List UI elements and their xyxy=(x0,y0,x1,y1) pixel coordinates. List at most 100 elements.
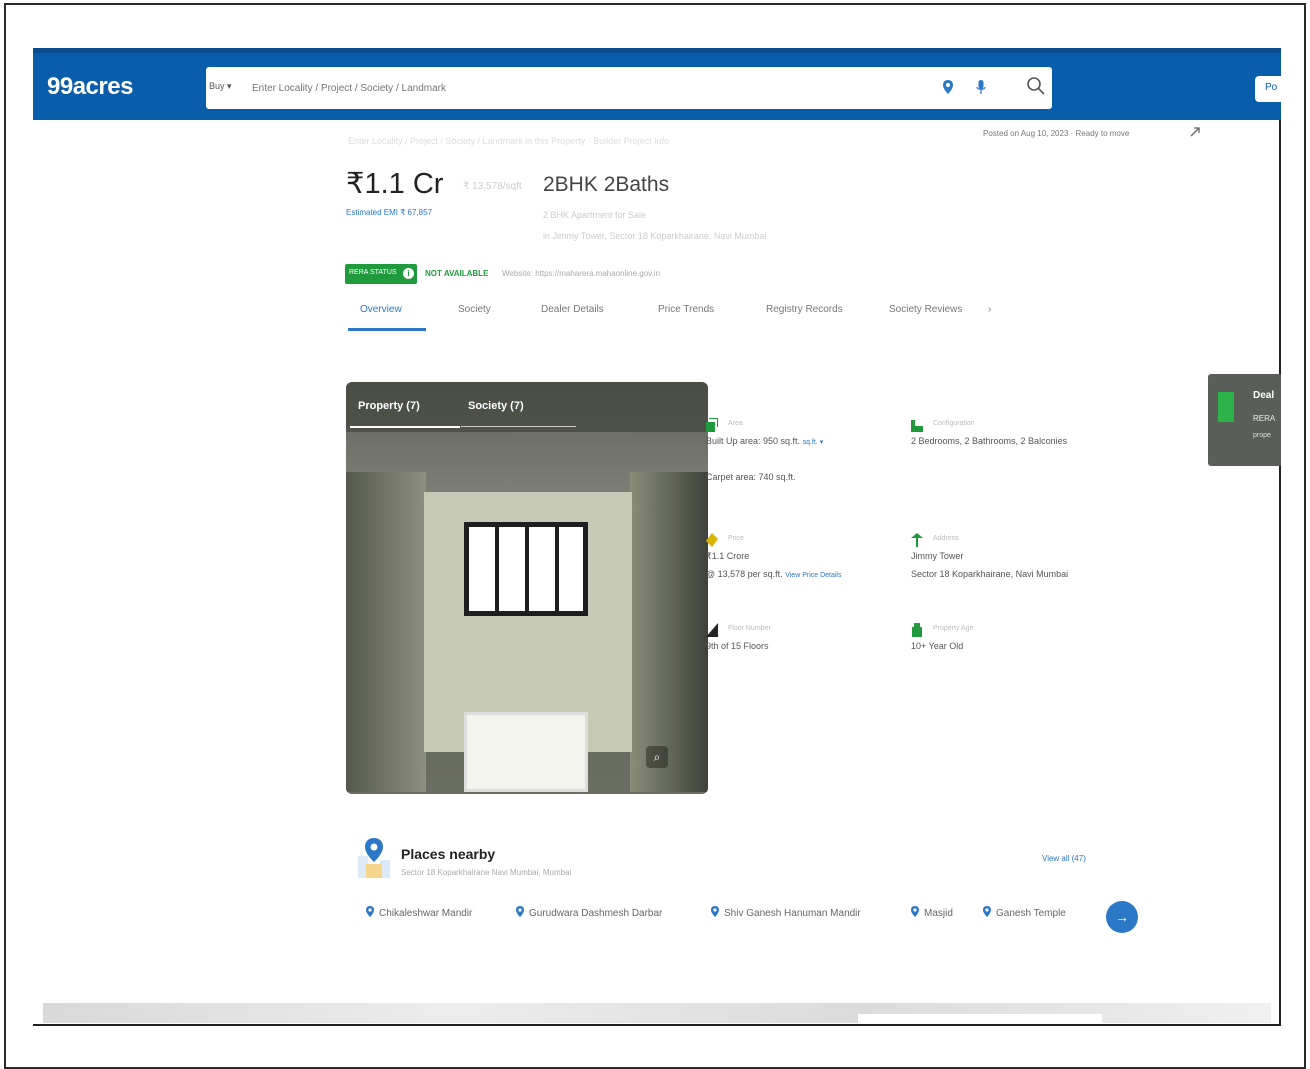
location-pin-icon xyxy=(711,906,719,917)
bed-icon xyxy=(911,420,923,432)
listing-subtitle: 2 BHK Apartment for Sale xyxy=(543,210,647,220)
photo-left-wall xyxy=(346,472,426,792)
detail-locality: Sector 18 Koparkhairane, Navi Mumbai xyxy=(911,569,1069,579)
location-pin-icon xyxy=(516,906,524,917)
posted-date: Posted on Aug 10, 2023 · Ready to move xyxy=(983,129,1130,138)
listing-title: 2BHK 2Baths xyxy=(543,173,670,196)
place-item[interactable]: Shiv Ganesh Hanuman Mandir xyxy=(711,906,861,919)
browser-screen: 99acres Buy ▾ Po Enter Locality / Projec… xyxy=(33,48,1285,1026)
gallery-tab-divider xyxy=(461,426,576,427)
place-label: Ganesh Temple xyxy=(996,908,1066,919)
place-item[interactable]: Chikaleshwar Mandir xyxy=(366,906,472,919)
detail-age-label: Property Age xyxy=(933,625,974,632)
place-item[interactable]: Gurudwara Dashmesh Darbar xyxy=(516,906,662,919)
meta-faint-text: Enter Locality / Project / Society / Lan… xyxy=(348,136,670,146)
view-all-places-link[interactable]: View all (47) xyxy=(1042,854,1086,863)
deal-card-title: Deal xyxy=(1253,390,1275,401)
buy-dropdown[interactable]: Buy ▾ xyxy=(209,81,232,92)
detail-price-per-sqft: @ 13,578 per sq.ft. View Price Details xyxy=(706,569,841,579)
photo-window xyxy=(464,522,588,616)
detail-area-label: Area xyxy=(728,420,743,427)
detail-floor-label: Floor Number xyxy=(728,625,771,632)
detail-floor: Floor Number 9th of 15 Floors xyxy=(706,623,906,663)
tab-overview[interactable]: Overview xyxy=(360,304,402,315)
detail-age-value: 10+ Year Old xyxy=(911,641,964,651)
detail-age: Property Age 10+ Year Old xyxy=(911,623,1126,663)
top-header: 99acres Buy ▾ Po xyxy=(33,48,1285,120)
floor-icon xyxy=(706,623,718,637)
places-nearby-section: Places nearby Sector 18 Koparkhairane Na… xyxy=(356,836,1138,936)
detail-area: Area Built Up area: 950 sq.ft. sq.ft. ▾ … xyxy=(706,418,906,488)
built-up-area-text: Built Up area: 950 sq.ft. xyxy=(706,436,801,446)
detail-price: Price ₹1.1 Crore @ 13,578 per sq.ft. Vie… xyxy=(706,533,906,583)
tab-price-trends[interactable]: Price Trends xyxy=(658,304,714,315)
detail-building: Jimmy Tower xyxy=(911,551,964,561)
gallery-tab-indicator xyxy=(350,426,460,428)
detail-config-value: 2 Bedrooms, 2 Bathrooms, 2 Balconies xyxy=(911,436,1068,446)
info-icon[interactable]: i xyxy=(403,268,414,279)
search-icon[interactable] xyxy=(1026,76,1046,96)
mic-icon[interactable] xyxy=(976,80,986,94)
listing-location: in Jimmy Tower, Sector 18 Koparkhairane,… xyxy=(543,231,767,241)
meta-bar: Enter Locality / Project / Society / Lan… xyxy=(33,120,1281,148)
photo-right-wall xyxy=(630,472,708,792)
property-details: Area Built Up area: 950 sq.ft. sq.ft. ▾ … xyxy=(706,388,1126,668)
detail-price-value: ₹1.1 Crore xyxy=(706,551,750,561)
photo-gallery[interactable]: Property (7) Society (7) ⌕ xyxy=(346,382,708,794)
detail-configuration: Configuration 2 Bedrooms, 2 Bathrooms, 2… xyxy=(911,418,1126,458)
deal-side-card[interactable]: Deal RERA prope xyxy=(1208,374,1281,466)
tab-society[interactable]: Society xyxy=(458,304,491,315)
place-label: Chikaleshwar Mandir xyxy=(379,908,473,919)
site-logo[interactable]: 99acres xyxy=(47,73,133,101)
tabs-next-icon[interactable]: › xyxy=(988,304,991,315)
place-item[interactable]: Masjid xyxy=(911,906,953,919)
place-label: Masjid xyxy=(924,908,953,919)
active-tab-indicator xyxy=(348,328,426,331)
deal-card-line2: prope xyxy=(1253,432,1271,439)
photo-window-reflection xyxy=(464,712,588,792)
emi-link[interactable]: Estimated EMI ₹ 67,857 xyxy=(346,208,432,217)
share-icon[interactable] xyxy=(1189,126,1201,138)
detail-floor-value: 9th of 15 Floors xyxy=(706,641,769,651)
section-tabs: Overview Society Dealer Details Price Tr… xyxy=(348,298,1108,332)
view-price-details-link[interactable]: View Price Details xyxy=(785,572,841,579)
location-pin-icon xyxy=(983,906,991,917)
listing-price: ₹1.1 Cr xyxy=(346,168,444,200)
price-per-sqft-text: @ 13,578 per sq.ft. xyxy=(706,569,783,579)
building-age-icon xyxy=(912,623,922,637)
places-map-icon xyxy=(358,838,390,878)
detail-built-up: Built Up area: 950 sq.ft. sq.ft. ▾ xyxy=(706,436,823,446)
detail-address: Address Jimmy Tower Sector 18 Koparkhair… xyxy=(911,533,1126,583)
detail-config-label: Configuration xyxy=(933,420,975,427)
gallery-tab-society[interactable]: Society (7) xyxy=(468,400,524,412)
rera-website-note[interactable]: Website: https://maharera.mahaonline.gov… xyxy=(502,269,660,278)
tab-dealer-details[interactable]: Dealer Details xyxy=(541,304,604,315)
bookmark-icon xyxy=(1218,392,1234,422)
place-list: Chikaleshwar Mandir Gurudwara Dashmesh D… xyxy=(366,906,1106,930)
tab-registry-records[interactable]: Registry Records xyxy=(766,304,843,315)
location-icon[interactable] xyxy=(943,80,953,94)
location-pin-icon xyxy=(366,906,374,917)
address-icon xyxy=(911,533,923,547)
place-label: Shiv Ganesh Hanuman Mandir xyxy=(724,908,861,919)
places-next-button[interactable]: → xyxy=(1106,901,1138,933)
area-icon xyxy=(706,418,718,432)
rera-badge-label: RERA STATUS xyxy=(349,269,397,276)
price-tag-icon xyxy=(706,533,718,547)
rera-status-value: NOT AVAILABLE xyxy=(425,269,489,278)
detail-address-label: Address xyxy=(933,535,959,542)
gallery-tab-property[interactable]: Property (7) xyxy=(358,400,420,412)
unit-dropdown[interactable]: sq.ft. ▾ xyxy=(803,439,824,446)
price-per-sqft-faint: ₹ 13,578/sqft xyxy=(463,181,522,192)
place-item[interactable]: Ganesh Temple xyxy=(983,906,1066,919)
search-bar: Buy ▾ xyxy=(206,67,1052,109)
zoom-icon[interactable]: ⌕ xyxy=(646,746,668,768)
places-title: Places nearby xyxy=(401,846,496,862)
detail-carpet: Carpet area: 740 sq.ft. xyxy=(706,472,796,482)
places-subtitle: Sector 18 Koparkhairane Navi Mumbai, Mum… xyxy=(401,868,572,877)
post-property-button[interactable]: Po xyxy=(1255,76,1285,102)
search-input[interactable] xyxy=(252,77,932,99)
tab-society-reviews[interactable]: Society Reviews xyxy=(889,304,962,315)
place-label: Gurudwara Dashmesh Darbar xyxy=(529,908,663,919)
rera-status-badge: RERA STATUS i xyxy=(345,264,417,284)
